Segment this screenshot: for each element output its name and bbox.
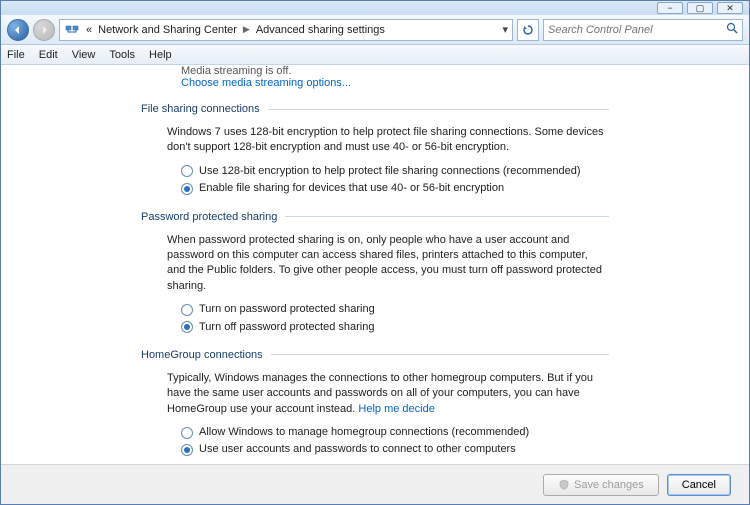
radio-label: Use user accounts and passwords to conne… <box>199 442 516 457</box>
search-input[interactable] <box>548 24 726 36</box>
radio-icon <box>181 444 193 456</box>
help-me-decide-link[interactable]: Help me decide <box>358 403 434 415</box>
radio-icon <box>181 183 193 195</box>
section-title: File sharing connections <box>141 103 260 115</box>
window-titlebar: − ▢ ✕ <box>1 1 749 15</box>
network-icon <box>64 22 80 38</box>
menu-help[interactable]: Help <box>149 49 172 61</box>
forward-button[interactable] <box>33 19 55 41</box>
radio-label: Use 128-bit encryption to help protect f… <box>199 164 581 179</box>
radio-label: Turn off password protected sharing <box>199 320 374 335</box>
footer-bar: Save changes Cancel <box>1 464 749 504</box>
navigation-bar: « Network and Sharing Center ▶ Advanced … <box>1 15 749 45</box>
radio-label: Allow Windows to manage homegroup connec… <box>199 425 529 440</box>
divider <box>268 109 609 110</box>
back-button[interactable] <box>7 19 29 41</box>
section-homegroup-connections: HomeGroup connections <box>141 349 609 361</box>
close-button[interactable]: ✕ <box>717 2 743 14</box>
content-area: Media streaming is off. Choose media str… <box>1 65 749 464</box>
save-changes-button[interactable]: Save changes <box>543 474 659 496</box>
search-box[interactable] <box>543 19 743 41</box>
menu-tools[interactable]: Tools <box>109 49 135 61</box>
radio-40-56bit-encryption[interactable]: Enable file sharing for devices that use… <box>181 181 609 196</box>
radio-pps-off[interactable]: Turn off password protected sharing <box>181 320 609 335</box>
menu-bar: File Edit View Tools Help <box>1 45 749 65</box>
cancel-button[interactable]: Cancel <box>667 474 731 496</box>
pps-description: When password protected sharing is on, o… <box>167 233 609 295</box>
divider <box>285 216 609 217</box>
address-dropdown-icon[interactable]: ▾ <box>502 23 508 36</box>
radio-icon <box>181 304 193 316</box>
section-password-protected-sharing: Password protected sharing <box>141 211 609 223</box>
media-streaming-status: Media streaming is off. <box>181 65 609 77</box>
breadcrumb-item-network-sharing[interactable]: Network and Sharing Center <box>98 24 237 36</box>
radio-label: Enable file sharing for devices that use… <box>199 181 504 196</box>
section-title: HomeGroup connections <box>141 349 263 361</box>
address-bar[interactable]: « Network and Sharing Center ▶ Advanced … <box>59 19 513 41</box>
divider <box>271 354 609 355</box>
shield-icon <box>558 479 570 491</box>
search-icon[interactable] <box>726 22 738 37</box>
menu-file[interactable]: File <box>7 49 25 61</box>
hg-description: Typically, Windows manages the connectio… <box>167 371 609 417</box>
section-file-sharing-connections: File sharing connections <box>141 103 609 115</box>
radio-hg-user-accounts[interactable]: Use user accounts and passwords to conne… <box>181 442 609 457</box>
radio-label: Turn on password protected sharing <box>199 302 375 317</box>
radio-icon <box>181 321 193 333</box>
media-streaming-options-link[interactable]: Choose media streaming options... <box>181 77 351 89</box>
section-title: Password protected sharing <box>141 211 277 223</box>
breadcrumb-prefix[interactable]: « <box>86 24 92 36</box>
menu-view[interactable]: View <box>72 49 96 61</box>
fsc-description: Windows 7 uses 128-bit encryption to hel… <box>167 125 609 156</box>
radio-128bit-encryption[interactable]: Use 128-bit encryption to help protect f… <box>181 164 609 179</box>
radio-icon <box>181 165 193 177</box>
minimize-button[interactable]: − <box>657 2 683 14</box>
radio-icon <box>181 427 193 439</box>
control-panel-window: − ▢ ✕ « Network and Sharing Center ▶ Adv… <box>0 0 750 505</box>
menu-edit[interactable]: Edit <box>39 49 58 61</box>
save-label: Save changes <box>574 479 644 491</box>
radio-pps-on[interactable]: Turn on password protected sharing <box>181 302 609 317</box>
refresh-button[interactable] <box>517 19 539 41</box>
chevron-right-icon: ▶ <box>243 24 250 35</box>
radio-hg-windows-manage[interactable]: Allow Windows to manage homegroup connec… <box>181 425 609 440</box>
maximize-button[interactable]: ▢ <box>687 2 713 14</box>
cancel-label: Cancel <box>682 479 716 491</box>
breadcrumb-item-advanced-sharing[interactable]: Advanced sharing settings <box>256 24 385 36</box>
